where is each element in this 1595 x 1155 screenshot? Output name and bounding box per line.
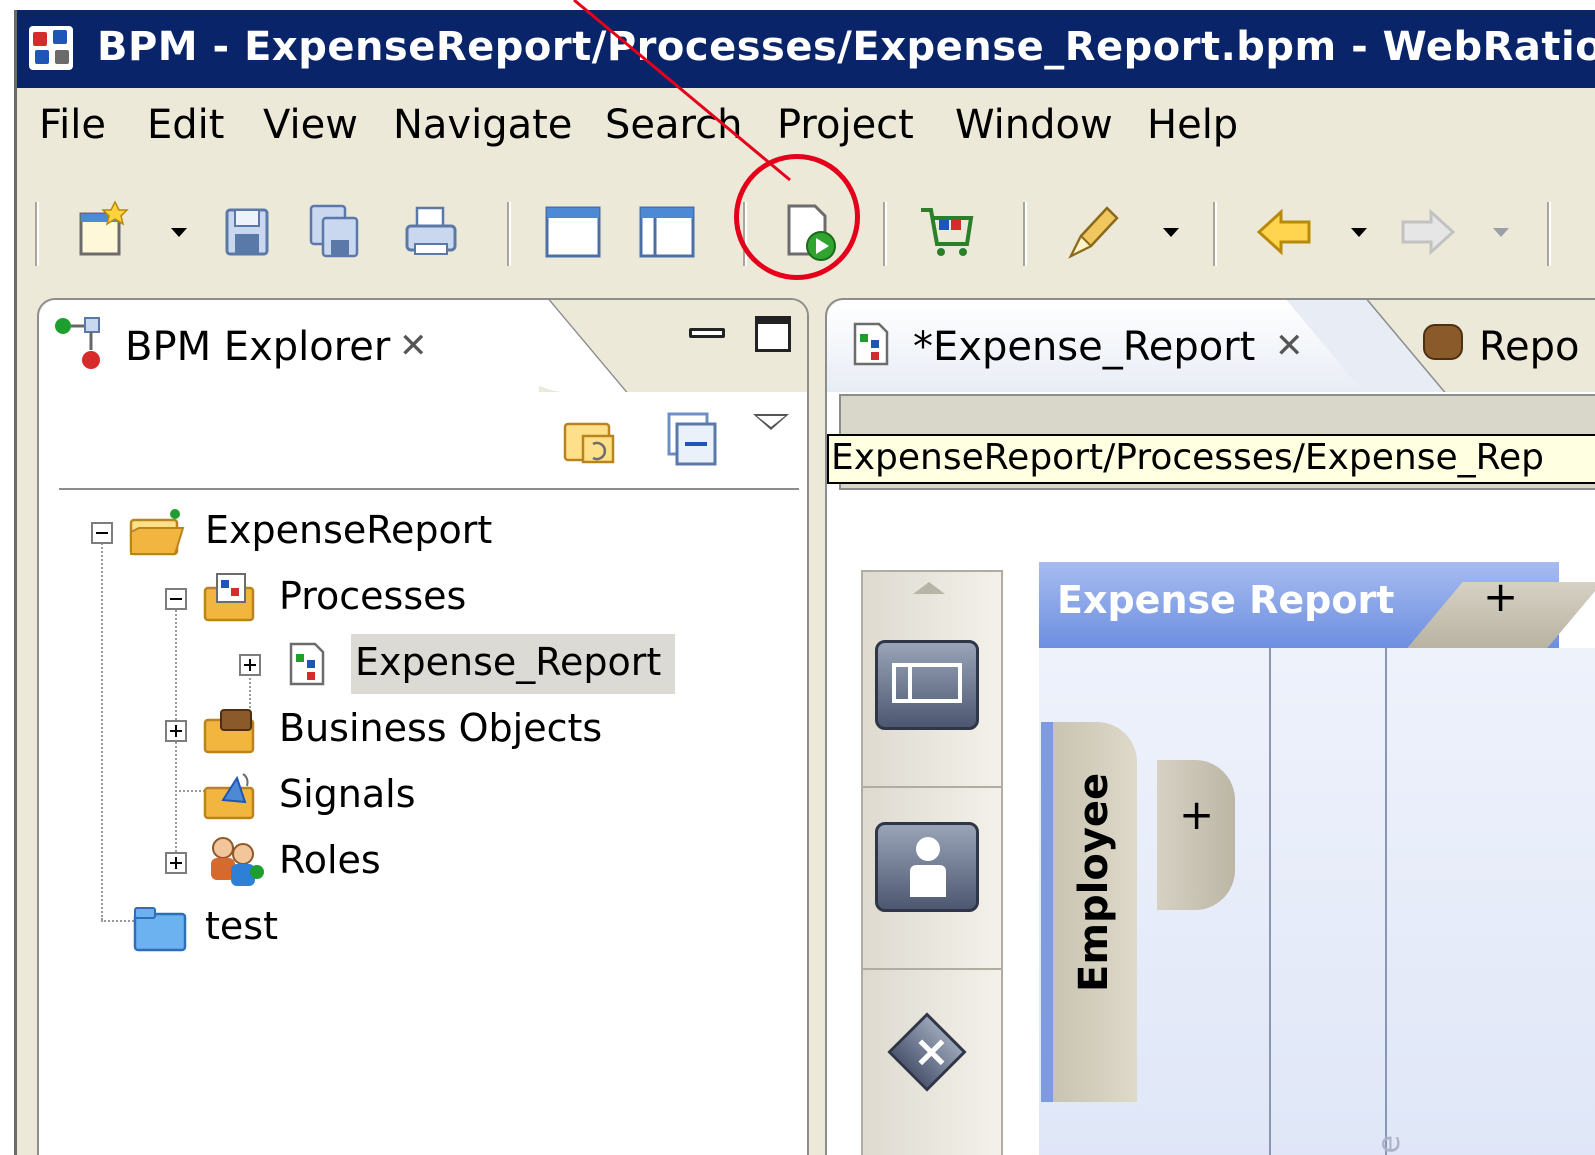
faded-lane-label: ee bbox=[1371, 1135, 1407, 1155]
tree-item-roles[interactable]: Roles bbox=[59, 832, 779, 892]
pool-title: Expense Report bbox=[1057, 578, 1395, 622]
menu-edit[interactable]: Edit bbox=[147, 102, 224, 148]
forward-arrow-icon bbox=[1397, 200, 1457, 264]
new-wizard-icon[interactable] bbox=[75, 200, 135, 264]
path-tooltip: ExpenseReport/Processes/Expense_Rep bbox=[827, 434, 1595, 484]
menu-window[interactable]: Window bbox=[955, 102, 1113, 148]
tree-item-label: Processes bbox=[279, 574, 467, 618]
toolbar-separator bbox=[1213, 202, 1217, 266]
diagram-canvas[interactable]: ExpenseReport/Processes/Expense_Rep × ee… bbox=[827, 392, 1595, 1155]
tree-item-business-objects[interactable]: Business Objects bbox=[59, 700, 779, 760]
window-title: BPM - ExpenseReport/Processes/Expense_Re… bbox=[97, 24, 1595, 70]
editor-tab-label: *Expense_Report bbox=[913, 324, 1256, 370]
menu-help[interactable]: Help bbox=[1147, 102, 1238, 148]
menu-file[interactable]: File bbox=[39, 102, 106, 148]
editor-tab-expense-report[interactable]: *Expense_Report ✕ bbox=[827, 300, 1367, 392]
add-pool-button[interactable]: + bbox=[1483, 572, 1518, 621]
explorer-view-toolbar bbox=[39, 392, 807, 488]
highlight-pen-icon[interactable] bbox=[1063, 200, 1123, 264]
print-icon[interactable] bbox=[401, 200, 461, 264]
close-tab-icon[interactable]: ✕ bbox=[1275, 326, 1304, 366]
blue-folder-icon bbox=[133, 906, 189, 961]
tree-item-label: Business Objects bbox=[279, 706, 603, 750]
tree-item-processes[interactable]: Processes bbox=[59, 568, 779, 628]
forward-dropdown-arrow-icon bbox=[1493, 228, 1509, 237]
signals-folder-icon bbox=[203, 768, 263, 829]
menu-navigate[interactable]: Navigate bbox=[393, 102, 572, 148]
menu-project[interactable]: Project bbox=[777, 102, 914, 148]
expand-toggle-icon[interactable] bbox=[165, 720, 187, 742]
project-tree: ExpenseReport Processes Expense_Report B… bbox=[59, 488, 799, 1155]
expand-toggle-icon[interactable] bbox=[239, 654, 261, 676]
briefcase-icon bbox=[1423, 324, 1463, 360]
toolbar-separator bbox=[1547, 202, 1551, 266]
save-all-icon[interactable] bbox=[307, 200, 367, 264]
tree-item-expensereport[interactable]: ExpenseReport bbox=[59, 502, 779, 562]
expand-toggle-icon[interactable] bbox=[165, 852, 187, 874]
diagram-palette: × bbox=[861, 570, 1003, 1155]
lane-label-employee: Employee bbox=[1071, 772, 1117, 992]
collapse-all-icon[interactable] bbox=[667, 412, 719, 472]
minimize-icon[interactable] bbox=[689, 328, 725, 338]
palette-pool-icon[interactable] bbox=[875, 640, 979, 730]
bpm-file-icon bbox=[851, 322, 891, 370]
title-bar: BPM - ExpenseReport/Processes/Expense_Re… bbox=[17, 10, 1595, 88]
toolbar-separator bbox=[507, 202, 511, 266]
cart-icon[interactable] bbox=[917, 200, 977, 264]
bpm-explorer-tab-label: BPM Explorer bbox=[125, 324, 391, 370]
bpm-file-icon bbox=[287, 642, 327, 695]
toolbar-separator bbox=[883, 202, 887, 266]
view-menu-chevron-down-icon[interactable] bbox=[753, 414, 789, 430]
lane-divider bbox=[1385, 648, 1387, 1155]
tree-item-test[interactable]: test bbox=[59, 898, 779, 958]
explorer-tab-row: BPM Explorer ✕ bbox=[39, 300, 807, 392]
pool-header[interactable]: Expense Report + bbox=[1039, 562, 1595, 648]
project-folder-icon bbox=[129, 508, 185, 567]
maximize-icon[interactable] bbox=[755, 316, 791, 352]
tree-item-label: Signals bbox=[279, 772, 416, 816]
close-tab-icon[interactable]: ✕ bbox=[399, 326, 428, 366]
menu-search[interactable]: Search bbox=[605, 102, 742, 148]
tree-item-label: ExpenseReport bbox=[205, 508, 493, 552]
annotation-circle bbox=[734, 154, 860, 280]
lane-divider bbox=[1269, 648, 1271, 1155]
collapse-toggle-icon[interactable] bbox=[165, 588, 187, 610]
processes-folder-icon bbox=[203, 572, 259, 633]
palette-scroll-up-icon[interactable] bbox=[913, 582, 945, 594]
palette-gateway-icon[interactable]: × bbox=[887, 1012, 967, 1092]
tree-item-label: Roles bbox=[279, 838, 381, 882]
back-arrow-icon[interactable] bbox=[1255, 200, 1315, 264]
restore-view-icon[interactable] bbox=[637, 200, 697, 264]
palette-lane-icon[interactable] bbox=[875, 822, 979, 912]
business-objects-folder-icon bbox=[203, 706, 263, 763]
toolbar-separator bbox=[35, 202, 39, 266]
back-dropdown-arrow-icon[interactable] bbox=[1351, 228, 1367, 237]
bpm-explorer-tab[interactable]: BPM Explorer ✕ bbox=[39, 300, 539, 392]
tree-item-label: test bbox=[205, 904, 278, 948]
editor-tab-label: Repo bbox=[1479, 324, 1580, 370]
tree-item-label: Expense_Report bbox=[355, 640, 662, 684]
bpm-explorer-panel: BPM Explorer ✕ ExpenseReport Processes E… bbox=[37, 298, 809, 1155]
save-icon[interactable] bbox=[219, 200, 279, 264]
bpm-explorer-icon bbox=[53, 316, 101, 376]
pen-dropdown-arrow-icon[interactable] bbox=[1163, 228, 1179, 237]
palette-divider bbox=[863, 968, 1001, 970]
maximize-view-icon[interactable] bbox=[543, 200, 603, 264]
webratio-app-icon bbox=[29, 26, 73, 70]
process-editor: *Expense_Report ✕ Repo ExpenseReport/Pro… bbox=[825, 298, 1595, 1155]
new-dropdown-arrow-icon[interactable] bbox=[171, 228, 187, 237]
menu-view[interactable]: View bbox=[263, 102, 358, 148]
new-folder-icon[interactable] bbox=[563, 414, 623, 474]
roles-icon bbox=[203, 834, 267, 897]
add-lane-button[interactable]: + bbox=[1179, 790, 1214, 839]
editor-tab-repo[interactable]: Repo bbox=[1417, 300, 1595, 392]
palette-divider bbox=[863, 786, 1001, 788]
toolbar-separator bbox=[1023, 202, 1027, 266]
tree-item-expense-report[interactable]: Expense_Report bbox=[59, 634, 779, 694]
tree-item-signals[interactable]: Signals bbox=[59, 766, 779, 826]
menu-bar: File Edit View Navigate Search Project W… bbox=[17, 90, 1595, 164]
collapse-toggle-icon[interactable] bbox=[91, 522, 113, 544]
